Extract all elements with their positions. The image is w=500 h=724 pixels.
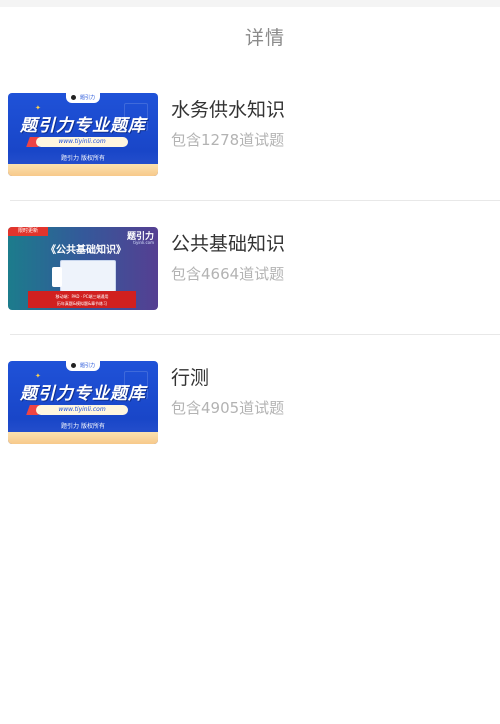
banner-band (8, 164, 158, 176)
banner-copyright: 题引力 版权所有 (61, 155, 105, 162)
item-thumbnail[interactable]: 题引力 ✦ 题引力专业题库 www.tiyinli.com 题引力 版权所有 (8, 361, 158, 444)
banner-band (8, 432, 158, 444)
phone-icon (52, 267, 62, 287)
divider (10, 200, 500, 201)
list-item[interactable]: 题引力 ✦ 题引力专业题库 www.tiyinli.com 题引力 版权所有 行… (0, 361, 500, 495)
feature-line: 移动端：PAD · PC端三端通用 (55, 294, 109, 299)
item-title[interactable]: 行测 (171, 363, 209, 390)
banner-title: 题引力专业题库 (20, 116, 146, 136)
item-title[interactable]: 公共基础知识 (171, 229, 285, 256)
list-item[interactable]: 题引力 ✦ 题引力专业题库 www.tiyinli.com 题引力 版权所有 水… (0, 93, 500, 227)
laptop-icon (60, 260, 116, 292)
status-strip (0, 0, 500, 7)
item-thumbnail[interactable]: 限时更新 题引力 tiyinli.com 《公共基础知识》 移动端：PAD · … (8, 227, 158, 310)
list-item[interactable]: 限时更新 题引力 tiyinli.com 《公共基础知识》 移动端：PAD · … (0, 227, 500, 361)
divider (10, 334, 500, 335)
question-bank-list: 题引力 ✦ 题引力专业题库 www.tiyinli.com 题引力 版权所有 水… (0, 65, 500, 495)
brand-logo: 题引力 (66, 93, 100, 103)
item-thumbnail[interactable]: 题引力 ✦ 题引力专业题库 www.tiyinli.com 题引力 版权所有 (8, 93, 158, 176)
item-question-count: 包含4905道试题 (171, 399, 285, 417)
page-header: 详情 (0, 7, 500, 65)
update-tag: 限时更新 (8, 227, 48, 236)
item-question-count: 包含4664道试题 (171, 265, 285, 283)
banner-feature-box: 移动端：PAD · PC端三端通用 历年真题&模拟题&章节练习 (28, 291, 136, 308)
banner-title: 《公共基础知识》 (46, 245, 126, 256)
banner-title: 题引力专业题库 (20, 384, 146, 404)
page-title: 详情 (244, 26, 285, 49)
banner-url: www.tiyinli.com (36, 137, 128, 147)
item-question-count: 包含1278道试题 (171, 131, 285, 149)
banner-url: www.tiyinli.com (36, 405, 128, 415)
brand-url: tiyinli.com (133, 240, 154, 245)
banner-copyright: 题引力 版权所有 (61, 423, 105, 430)
feature-line: 历年真题&模拟题&章节练习 (56, 301, 108, 306)
item-title[interactable]: 水务供水知识 (171, 95, 285, 122)
brand-logo: 题引力 (66, 361, 100, 371)
